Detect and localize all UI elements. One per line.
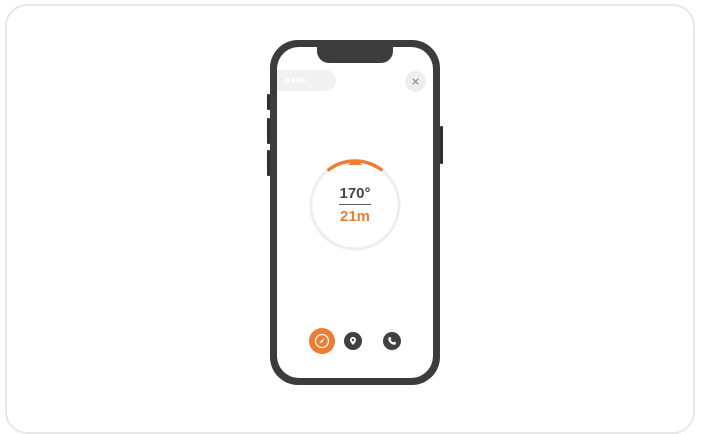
map-pin-icon [350, 337, 356, 345]
session-code-pill: 0438 [277, 70, 336, 91]
phone-screen: 0438 170° 21m [277, 47, 433, 378]
mute-switch [267, 94, 270, 110]
heading-divider [339, 203, 371, 206]
phone-mockup: 0438 170° 21m [267, 40, 443, 385]
session-code: 0438 [285, 76, 306, 85]
heading-value: 170° [339, 184, 371, 202]
nav-call-button[interactable] [383, 332, 401, 350]
phone-icon [388, 337, 396, 345]
distance-value: 21m [339, 208, 371, 226]
power-button [440, 126, 443, 164]
phone-notch [317, 47, 393, 63]
nav-compass-button[interactable] [309, 328, 335, 354]
close-icon [412, 78, 419, 85]
compass-icon [314, 333, 330, 349]
compass-dial: 170° 21m [308, 158, 402, 252]
bottom-nav [277, 328, 433, 354]
nav-location-button[interactable] [344, 332, 362, 350]
close-button[interactable] [405, 71, 426, 92]
volume-down-button [267, 150, 270, 176]
volume-up-button [267, 118, 270, 144]
